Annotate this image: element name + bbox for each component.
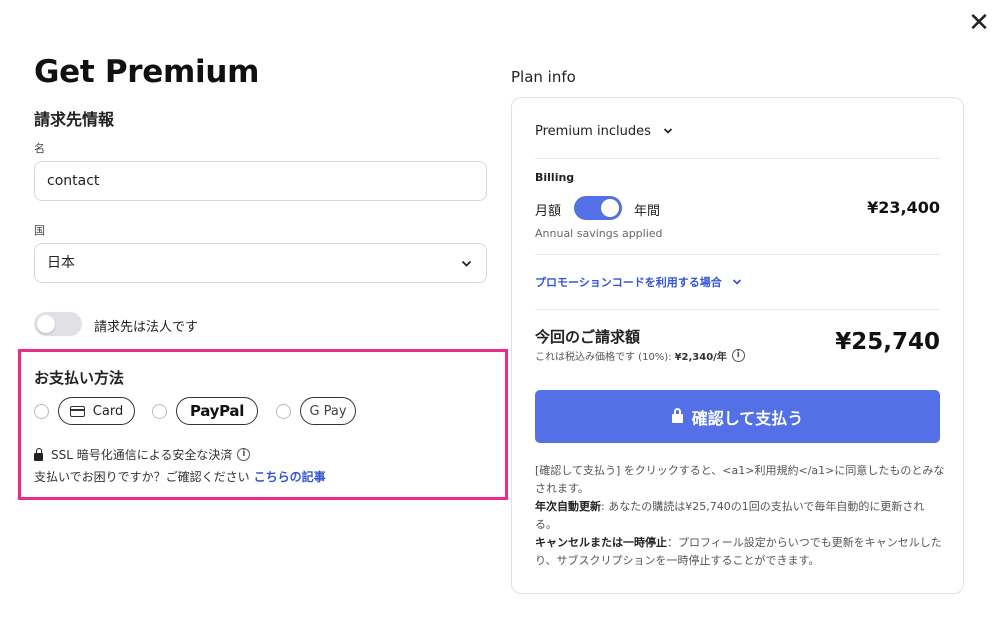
premium-includes-label: Premium includes xyxy=(535,124,651,139)
cancel-label: キャンセルまたは一時停止 xyxy=(535,536,667,549)
corporate-toggle[interactable] xyxy=(34,312,82,336)
page-title: Get Premium xyxy=(34,54,260,90)
paypal-method-button[interactable]: PayPal xyxy=(176,397,258,425)
card-method-button[interactable]: Card xyxy=(58,397,135,425)
billing-label: Billing xyxy=(535,171,575,184)
total-label: 今回のご請求額 xyxy=(535,328,641,346)
name-input[interactable]: contact xyxy=(34,161,487,201)
gpay-method-button[interactable]: G Pay xyxy=(300,397,356,425)
chevron-down-icon xyxy=(663,125,673,138)
auto-renew-label: 年次自動更新 xyxy=(535,500,601,513)
confirm-pay-label: 確認して支払う xyxy=(691,408,804,428)
chevron-down-icon xyxy=(461,244,472,299)
toggle-knob xyxy=(601,199,619,217)
tax-amount: ¥2,340/年 xyxy=(674,352,727,363)
billing-period-toggle[interactable] xyxy=(574,196,622,220)
billing-price: ¥23,400 xyxy=(867,198,940,217)
savings-note: Annual savings applied xyxy=(535,227,663,240)
country-label: 国 xyxy=(34,224,45,237)
lock-icon xyxy=(34,447,43,461)
terms-line1: [確認して支払う] をクリックすると、<a1>利用規約</a1>に同意したものと… xyxy=(535,464,945,495)
radio-card[interactable] xyxy=(34,404,49,419)
country-value: 日本 xyxy=(47,255,75,271)
terms-text: [確認して支払う] をクリックすると、<a1>利用規約</a1>に同意したものと… xyxy=(535,462,945,570)
divider xyxy=(535,158,940,159)
gpay-logo: G Pay xyxy=(309,403,347,419)
info-icon[interactable]: i xyxy=(237,448,251,461)
radio-gpay[interactable] xyxy=(276,404,291,419)
ssl-notice: SSL 暗号化通信による安全な決済 i xyxy=(34,446,251,463)
divider xyxy=(535,254,940,255)
chevron-down-icon xyxy=(732,276,742,289)
promo-code-toggle[interactable]: プロモーションコードを利用する場合 xyxy=(535,274,742,290)
toggle-knob xyxy=(37,315,55,333)
billing-section-title: 請求先情報 xyxy=(34,110,115,129)
info-icon[interactable]: i xyxy=(731,349,745,362)
ssl-text: SSL 暗号化通信による安全な決済 xyxy=(51,448,233,462)
close-icon[interactable]: ✕ xyxy=(966,10,992,36)
premium-includes-toggle[interactable]: Premium includes xyxy=(535,124,673,139)
payment-help: 支払いでお困りですか？ご確認ください こちらの記事 xyxy=(34,468,326,485)
name-label: 名 xyxy=(34,142,45,155)
monthly-label: 月額 xyxy=(535,204,562,219)
lock-icon xyxy=(671,408,683,423)
promo-code-label: プロモーションコードを利用する場合 xyxy=(535,276,722,289)
corporate-toggle-label: 請求先は法人です xyxy=(94,320,199,335)
tax-note: これは税込み価格です (10%): ¥2,340/年 i xyxy=(535,348,745,363)
country-select[interactable]: 日本 xyxy=(34,243,487,283)
help-text: 支払いでお困りですか？ご確認ください xyxy=(34,470,250,484)
help-article-link[interactable]: こちらの記事 xyxy=(254,470,326,484)
card-method-label: Card xyxy=(92,403,124,419)
credit-card-icon xyxy=(69,405,85,417)
paypal-logo: PayPal xyxy=(189,402,245,420)
radio-paypal[interactable] xyxy=(152,404,167,419)
total-price: ¥25,740 xyxy=(835,329,940,355)
divider xyxy=(535,309,940,310)
plan-info-heading: Plan info xyxy=(511,68,576,86)
annual-label: 年間 xyxy=(634,204,661,219)
tax-note-text: これは税込み価格です (10%): xyxy=(535,352,672,363)
payment-title: お支払い方法 xyxy=(34,369,125,387)
confirm-pay-button[interactable]: 確認して支払う xyxy=(535,390,940,443)
